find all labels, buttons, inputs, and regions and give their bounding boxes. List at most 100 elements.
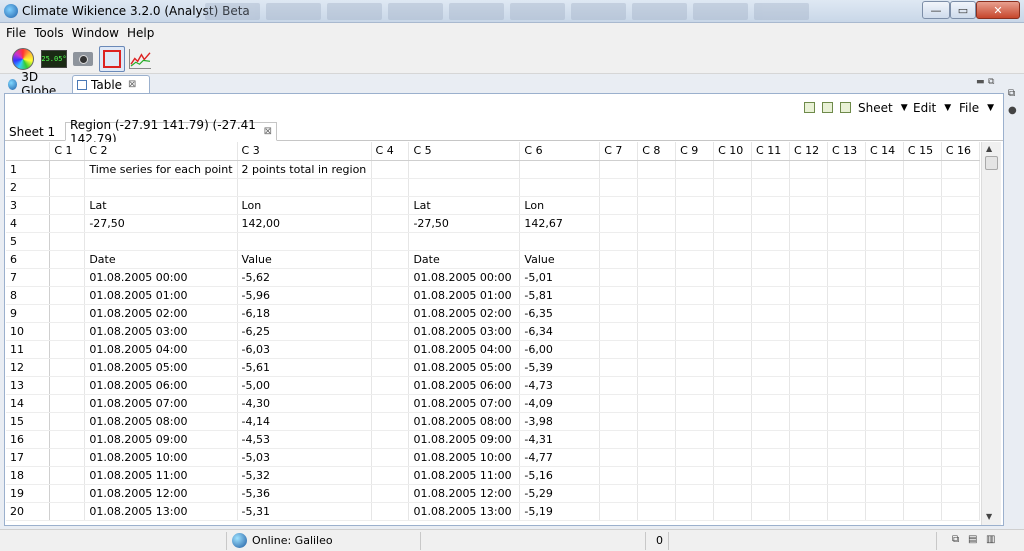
table-cell[interactable] [865,484,904,503]
table-cell[interactable] [49,448,86,467]
table-cell[interactable] [789,484,828,503]
vertical-scrollbar[interactable]: ▲ ▼ [981,142,1001,525]
table-cell[interactable] [49,412,86,431]
table-cell[interactable] [599,196,639,215]
table-cell[interactable] [903,430,942,449]
table-cell[interactable] [713,250,753,269]
table-cell[interactable] [865,394,904,413]
table-cell[interactable] [865,322,904,341]
table-cell[interactable] [865,430,904,449]
table-cell[interactable] [713,196,753,215]
table-cell[interactable] [903,232,942,251]
table-cell[interactable]: 01.08.2005 06:00 [408,376,521,395]
table-cell[interactable] [789,322,828,341]
table-cell[interactable]: -4,77 [519,448,601,467]
maximize-button[interactable]: ▭ [950,1,976,19]
tab-table[interactable]: Table ⊠ [72,75,150,93]
close-tab-icon[interactable]: ⊠ [264,126,272,137]
table-cell[interactable] [941,178,980,197]
table-cell[interactable] [84,232,238,251]
table-cell[interactable] [49,268,86,287]
table-cell[interactable] [827,358,866,377]
table-cell[interactable] [827,502,866,521]
table-cell[interactable] [751,286,790,305]
row-header[interactable]: 19 [6,484,51,503]
table-cell[interactable]: 01.08.2005 08:00 [408,412,521,431]
table-cell[interactable]: 01.08.2005 11:00 [84,466,238,485]
table-cell[interactable] [637,232,677,251]
table-cell[interactable] [865,160,904,179]
table-cell[interactable] [941,232,980,251]
row-header[interactable]: 14 [6,394,51,413]
table-cell[interactable] [903,286,942,305]
table-cell[interactable] [827,466,866,485]
document-icon[interactable]: ▥ [986,534,995,545]
table-cell[interactable] [371,250,410,269]
table-cell[interactable]: -5,16 [519,466,601,485]
row-header[interactable]: 8 [6,286,51,305]
table-cell[interactable] [713,268,753,287]
table-cell[interactable]: Value [519,250,601,269]
table-cell[interactable] [675,196,715,215]
table-cell[interactable] [371,322,410,341]
table-cell[interactable] [49,340,86,359]
table-cell[interactable] [865,376,904,395]
table-cell[interactable]: 01.08.2005 00:00 [84,268,238,287]
table-cell[interactable] [827,268,866,287]
table-cell[interactable] [49,196,86,215]
table-cell[interactable] [751,160,790,179]
column-header[interactable]: C 4 [371,142,410,161]
table-cell[interactable]: -5,32 [237,466,372,485]
table-cell[interactable] [865,448,904,467]
table-cell[interactable] [751,466,790,485]
table-cell[interactable] [789,376,828,395]
table-cell[interactable]: -5,31 [237,502,372,521]
table-cell[interactable] [713,394,753,413]
table-cell[interactable]: -27,50 [84,214,238,233]
table-cell[interactable] [637,286,677,305]
scroll-down-icon[interactable]: ▼ [986,512,992,521]
table-cell[interactable] [599,340,639,359]
table-cell[interactable] [675,448,715,467]
table-cell[interactable] [751,340,790,359]
row-header[interactable]: 15 [6,412,51,431]
table-cell[interactable] [865,232,904,251]
table-cell[interactable] [675,502,715,521]
table-cell[interactable]: 01.08.2005 12:00 [408,484,521,503]
table-cell[interactable] [789,304,828,323]
table-cell[interactable] [827,448,866,467]
region-select-button[interactable] [99,46,125,72]
table-cell[interactable] [865,250,904,269]
table-cell[interactable] [599,412,639,431]
tab-region[interactable]: Region (-27.91 141.79) (-27.41 142.79) ⊠ [65,118,277,146]
table-cell[interactable] [941,160,980,179]
table-cell[interactable] [599,250,639,269]
table-cell[interactable] [675,484,715,503]
table-cell[interactable]: 01.08.2005 06:00 [84,376,238,395]
table-cell[interactable] [713,358,753,377]
table-cell[interactable] [827,430,866,449]
table-cell[interactable]: 01.08.2005 09:00 [84,430,238,449]
row-header[interactable]: 20 [6,502,51,521]
screenshot-button[interactable] [70,46,96,72]
menu-tools[interactable]: Tools [32,26,70,40]
restore-icon[interactable]: ⧉ [1008,88,1015,99]
close-tab-icon[interactable]: ⊠ [128,79,136,90]
table-cell[interactable] [941,376,980,395]
table-cell[interactable] [751,502,790,521]
table-cell[interactable] [675,178,715,197]
table-cell[interactable] [599,178,639,197]
row-header[interactable]: 13 [6,376,51,395]
table-cell[interactable] [637,304,677,323]
fast-view-icon[interactable]: ⧉ [952,534,959,545]
table-cell[interactable] [789,412,828,431]
table-cell[interactable]: Lat [84,196,238,215]
row-header[interactable]: 2 [6,178,51,197]
table-cell[interactable]: -5,61 [237,358,372,377]
table-cell[interactable] [713,502,753,521]
color-palette-button[interactable] [10,46,36,72]
row-header[interactable]: 11 [6,340,51,359]
table-cell[interactable]: 2 points total in region [237,160,372,179]
table-cell[interactable] [941,304,980,323]
table-cell[interactable] [675,214,715,233]
